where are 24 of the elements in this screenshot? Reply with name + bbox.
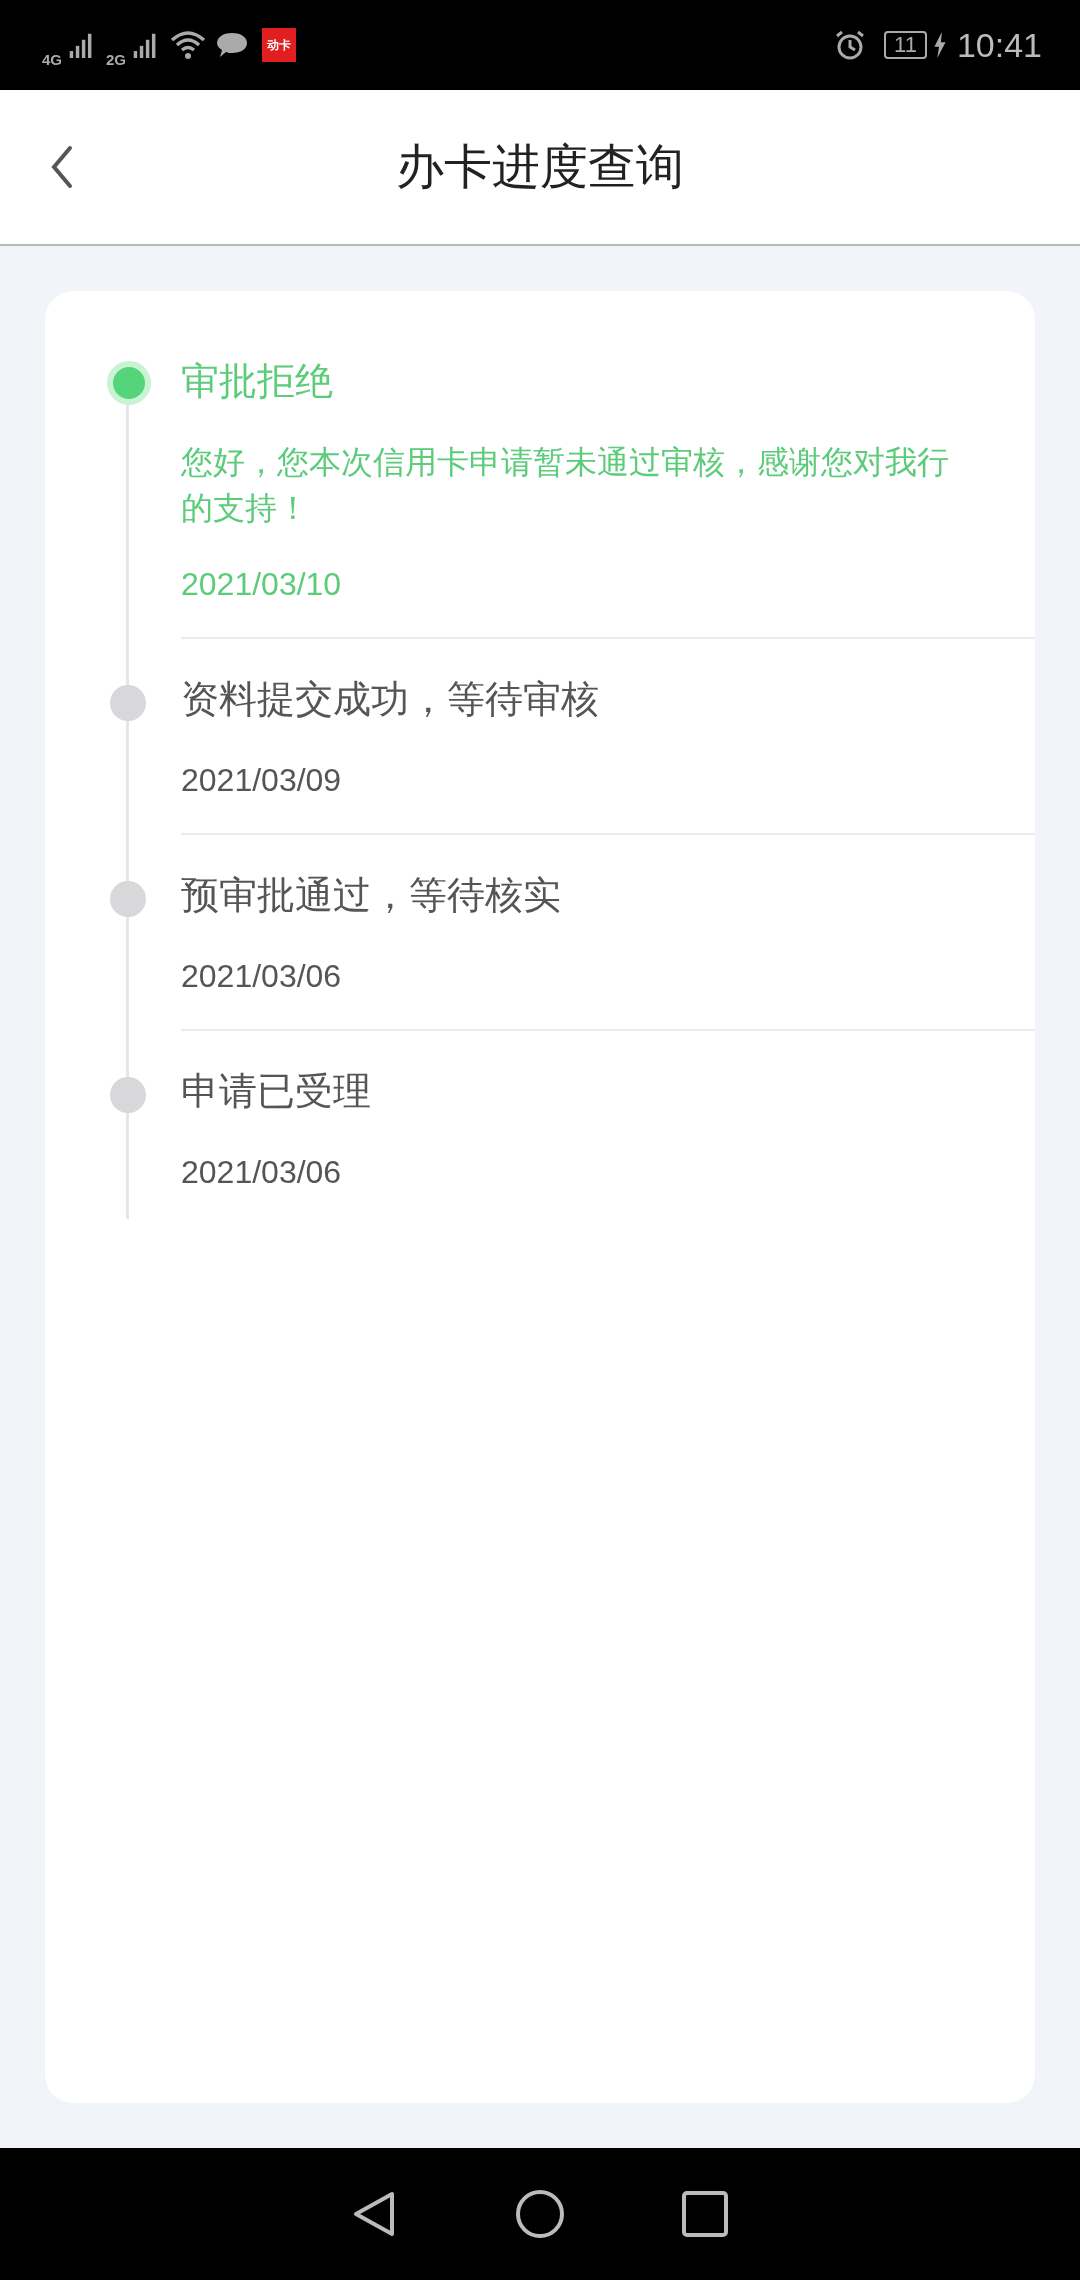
network-label: 4G: [42, 50, 62, 68]
step-description: 您好，您本次信用卡申请暂未通过审核，感谢您对我行的支持！: [181, 442, 950, 529]
battery-icon: 11: [884, 31, 927, 59]
network-label: 2G: [106, 50, 127, 68]
step-date: 2021/03/10: [181, 565, 343, 604]
chat-icon: [216, 31, 249, 59]
step-date: 2021/03/06: [181, 957, 343, 996]
step-date: 2021/03/06: [181, 1153, 343, 1192]
signal-icon: [68, 31, 94, 59]
step-title: 申请已受理: [181, 1068, 372, 1115]
recents-icon[interactable]: [680, 2189, 730, 2239]
step-date: 2021/03/09: [181, 761, 343, 800]
app-badge: 动卡: [262, 28, 297, 62]
charging-icon: [932, 32, 947, 58]
wifi-icon: [170, 30, 207, 60]
back-icon: [50, 145, 74, 189]
back-button[interactable]: [50, 145, 74, 189]
alarm-icon: [834, 29, 867, 61]
home-icon[interactable]: [515, 2189, 565, 2239]
step-title: 资料提交成功，等待审核: [181, 676, 600, 723]
clock-time: 10:41: [956, 25, 1042, 65]
step-title: 预审批通过，等待核实: [181, 872, 562, 919]
page-title: 办卡进度查询: [396, 137, 684, 196]
step-title: 审批拒绝: [181, 358, 334, 405]
